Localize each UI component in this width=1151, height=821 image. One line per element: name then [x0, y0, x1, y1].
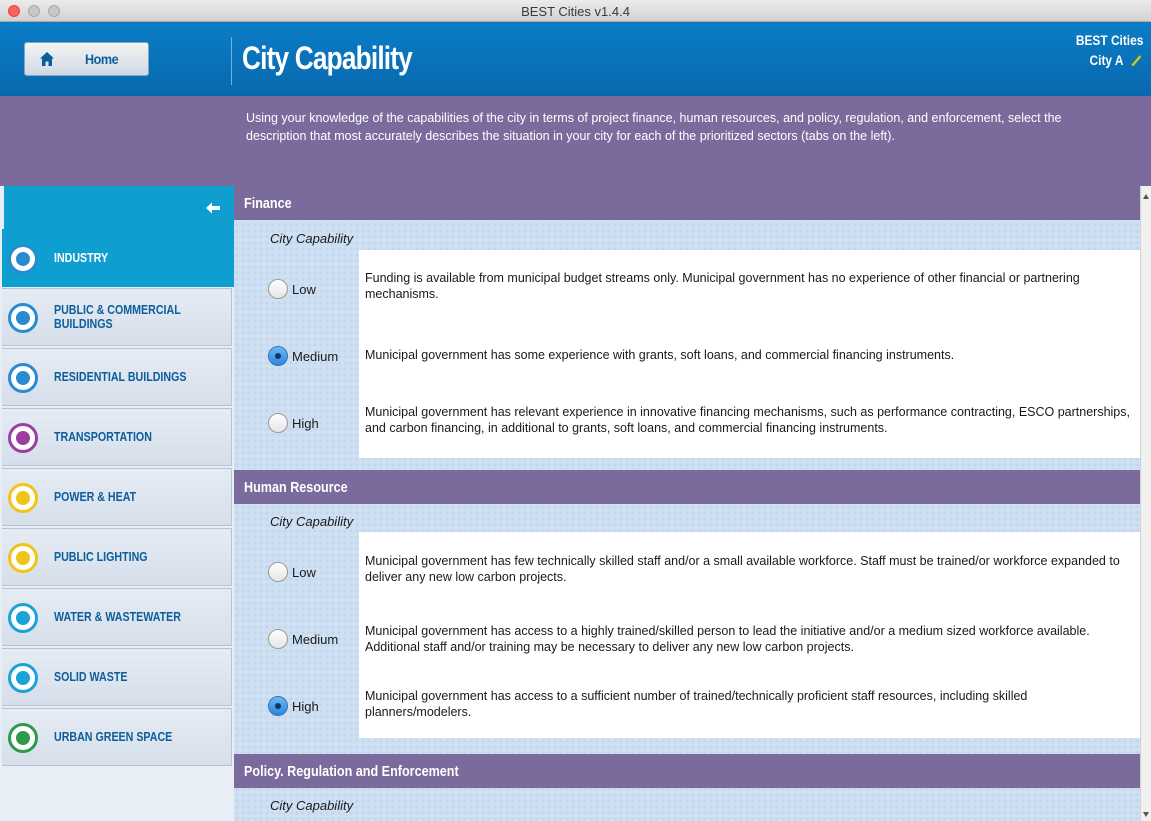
home-icon [40, 52, 54, 66]
trash-icon [8, 663, 38, 693]
section-header-finance: Finance [234, 186, 1140, 220]
option-description: Municipal government has few technically… [365, 554, 1120, 584]
brand-block: BEST Cities City A [1076, 30, 1143, 70]
option-label: Medium [292, 631, 339, 647]
water-drop-icon [8, 603, 38, 633]
radio-button[interactable] [268, 562, 288, 582]
radio-button[interactable] [268, 346, 288, 366]
factory-icon [8, 244, 38, 274]
section-header-policy: Policy. Regulation and Enforcement [234, 754, 1140, 788]
home-button-label: Home [85, 51, 119, 67]
arrow-left-icon[interactable] [206, 202, 220, 214]
sidebar-item-label: URBAN GREEN SPACE [54, 729, 173, 744]
option-description: Municipal government has access to a hig… [365, 624, 1090, 654]
lightbulb-icon [8, 543, 38, 573]
human-resource-radio-high[interactable]: High [268, 696, 319, 716]
sidebar-item-label: SOLID WASTE [54, 669, 128, 684]
option-description: Funding is available from municipal budg… [365, 271, 1080, 301]
office-building-icon [8, 303, 38, 333]
radio-button[interactable] [268, 413, 288, 433]
human-resource-radio-low[interactable]: Low [268, 562, 316, 582]
bus-icon [8, 423, 38, 453]
city-capability-label: City Capability [270, 231, 354, 246]
sidebar-item-urban-green-space[interactable]: URBAN GREEN SPACE [2, 708, 232, 766]
lightning-icon [8, 483, 38, 513]
sidebar-item-public-commercial-buildings[interactable]: PUBLIC & COMMERCIAL BUILDINGS [2, 288, 232, 346]
finance-radio-high[interactable]: High [268, 413, 319, 433]
finance-radio-medium[interactable]: Medium [268, 346, 338, 366]
section-title: Policy. Regulation and Enforcement [244, 763, 459, 780]
option-description: Municipal government has access to a suf… [365, 689, 1028, 719]
option-label: High [292, 415, 319, 431]
section-title: Finance [244, 195, 292, 212]
sidebar-item-power-heat[interactable]: POWER & HEAT [2, 468, 232, 526]
option-label: Low [292, 281, 316, 297]
sidebar-item-label: TRANSPORTATION [54, 429, 152, 444]
tree-icon [8, 723, 38, 753]
sidebar-item-label: RESIDENTIAL BUILDINGS [54, 369, 187, 384]
option-label: High [292, 698, 319, 714]
section-title: Human Resource [244, 479, 348, 496]
brand-name: BEST Cities [1075, 32, 1143, 48]
sidebar-item-solid-waste[interactable]: SOLID WASTE [2, 648, 232, 706]
radio-button[interactable] [268, 696, 288, 716]
option-description: Municipal government has some experience… [365, 348, 955, 362]
city-capability-label: City Capability [270, 798, 354, 813]
radio-button[interactable] [268, 629, 288, 649]
scroll-down-icon[interactable] [1143, 812, 1149, 817]
sidebar-collapse-bar[interactable] [4, 186, 234, 229]
sidebar-item-transportation[interactable]: TRANSPORTATION [2, 408, 232, 466]
sidebar-item-public-lighting[interactable]: PUBLIC LIGHTING [2, 528, 232, 586]
house-icon [8, 363, 38, 393]
sidebar-item-water-wastewater[interactable]: WATER & WASTEWATER [2, 588, 232, 646]
scroll-up-icon[interactable] [1143, 194, 1149, 199]
sidebar-item-label: POWER & HEAT [54, 489, 137, 504]
content-scrollbar[interactable] [1140, 186, 1151, 821]
capability-content[interactable]: Finance City Capability Low Funding is a… [234, 186, 1140, 821]
sidebar-item-label: PUBLIC LIGHTING [54, 549, 148, 564]
section-header-human-resource: Human Resource [234, 470, 1140, 504]
sidebar-item-industry[interactable]: INDUSTRY [2, 229, 245, 288]
sidebar-item-label: PUBLIC & COMMERCIAL BUILDINGS [54, 302, 181, 331]
option-label: Medium [292, 348, 339, 364]
city-name-row: City A [1076, 50, 1143, 70]
finance-radio-low[interactable]: Low [268, 279, 316, 299]
header-divider [231, 37, 232, 85]
sidebar-item-label: WATER & WASTEWATER [54, 609, 181, 624]
home-button[interactable]: Home [24, 42, 149, 76]
human-resource-radio-medium[interactable]: Medium [268, 629, 338, 649]
city-name: City A [1089, 52, 1123, 68]
window-title: BEST Cities v1.4.4 [521, 4, 630, 19]
option-description: Municipal government has relevant experi… [365, 405, 1130, 435]
sidebar-item-residential-buildings[interactable]: RESIDENTIAL BUILDINGS [2, 348, 232, 406]
window-titlebar: BEST Cities v1.4.4 [0, 0, 1151, 22]
app-header: Home City Capability BEST Cities City A [0, 22, 1151, 96]
pencil-icon[interactable] [1129, 54, 1143, 66]
page-title: City Capability [242, 40, 413, 76]
city-capability-label: City Capability [270, 514, 354, 529]
instructions-band: Using your knowledge of the capabilities… [0, 96, 1151, 186]
option-label: Low [292, 564, 316, 580]
instructions-text: Using your knowledge of the capabilities… [246, 111, 1062, 143]
sidebar-item-label: INDUSTRY [54, 250, 109, 265]
sector-sidebar: INDUSTRY PUBLIC & COMMERCIAL BUILDINGS R… [0, 186, 245, 821]
radio-button[interactable] [268, 279, 288, 299]
